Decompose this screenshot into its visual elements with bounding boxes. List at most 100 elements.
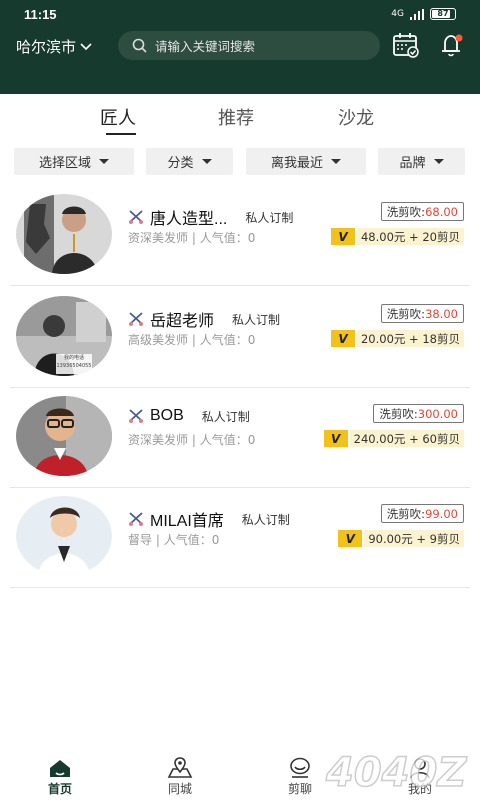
name-row: 唐人造型... 私人订制 [128, 205, 293, 229]
search-input[interactable]: 请输入关键词搜索 [118, 31, 380, 60]
avatar [16, 396, 112, 476]
battery-icon: 87 [430, 8, 456, 20]
nav-nearby-label: 同城 [167, 782, 192, 796]
avatar-caption: 我的电话 13936504055 [56, 355, 92, 369]
status-time: 11:15 [24, 7, 57, 22]
caret-down-icon [201, 159, 212, 164]
service-price-box: 洗剪吹: 300.00 [373, 404, 464, 423]
vip-price: V 48.00元 + 20剪贝 [330, 227, 464, 246]
stylist-tag: 私人订制 [201, 409, 250, 424]
city-label: 哈尔滨市 [16, 39, 77, 56]
stylist-tag: 私人订制 [241, 512, 290, 527]
watermark-logo: 4040Z [320, 742, 476, 798]
filter-category[interactable]: 分类 [146, 148, 233, 175]
scissors-icon [129, 312, 143, 326]
top-header: 11:15 4G 87 哈尔滨市 请输入关键词搜索 [0, 0, 480, 94]
vip-badge-icon: V [323, 430, 348, 447]
caret-down-icon [99, 159, 109, 164]
service-price-box: 洗剪吹: 99.00 [380, 504, 464, 523]
stylist-name: 岳超老师 [150, 313, 215, 330]
search-placeholder: 请输入关键词搜索 [155, 39, 256, 54]
service-price: 38.00 [425, 306, 458, 321]
stylist-subtitle: 资深美发师 | 人气值：0 [128, 433, 256, 447]
stylist-title: 督导 [128, 533, 153, 547]
tab-recommend[interactable]: 推荐 [218, 104, 254, 130]
vip-badge-icon: V [338, 530, 363, 547]
city-selector[interactable]: 哈尔滨市 [16, 36, 92, 57]
bell-icon[interactable] [438, 32, 466, 58]
filter-distance[interactable]: 离我最近 [246, 148, 366, 175]
status-bar: 11:15 4G 87 [0, 0, 480, 30]
caret-down-icon [433, 159, 444, 164]
service-price: 68.00 [425, 204, 458, 219]
active-tab-indicator [106, 133, 136, 135]
nav-home-label: 首页 [47, 782, 72, 796]
service-label: 洗剪吹: [386, 506, 426, 521]
vip-price-text: 20.00元 + 18剪贝 [356, 330, 464, 347]
filter-region[interactable]: 选择区域 [14, 148, 134, 175]
stylist-title: 资深美发师 [128, 231, 189, 245]
stylist-name: BOB [150, 407, 184, 424]
map-location-icon [167, 757, 193, 778]
filter-category-label: 分类 [167, 156, 194, 171]
tab-craftsman[interactable]: 匠人 [100, 104, 136, 130]
stylist-title: 高级美发师 [128, 333, 189, 347]
scissors-icon [129, 210, 143, 224]
stylist-popularity: 人气值：0 [199, 231, 256, 245]
vip-price-text: 240.00元 + 60剪贝 [349, 430, 464, 447]
name-row: MILAI首席 私人订制 [128, 507, 290, 531]
stylist-popularity: 人气值：0 [199, 433, 256, 447]
stylist-popularity: 人气值：0 [199, 333, 256, 347]
vip-badge-icon: V [330, 228, 355, 245]
filter-brand-label: 品牌 [399, 156, 426, 171]
status-right: 4G 87 [391, 8, 456, 20]
stylist-name: 唐人造型... [150, 211, 228, 228]
stylist-card[interactable]: BOB 私人订制 资深美发师 | 人气值：0 洗剪吹: 300.00 V 240.0… [0, 388, 480, 488]
stylist-subtitle: 督导 | 人气值：0 [128, 533, 220, 547]
filter-brand[interactable]: 品牌 [378, 148, 465, 175]
stylist-tag: 私人订制 [232, 312, 281, 327]
home-icon [50, 760, 70, 777]
stylist-subtitle: 高级美发师 | 人气值：0 [128, 333, 256, 347]
stylist-card[interactable]: 唐人造型... 私人订制 资深美发师 | 人气值：0 洗剪吹: 68.00 V 48… [0, 186, 480, 286]
filter-bar: 选择区域 分类 离我最近 品牌 [0, 148, 480, 176]
stylist-title: 资深美发师 [128, 433, 189, 447]
search-icon [132, 38, 147, 53]
nav-home[interactable]: 首页 [30, 756, 90, 797]
vip-badge-icon: V [330, 330, 355, 347]
divider [10, 587, 470, 588]
stylist-card[interactable]: 我的电话 13936504055 岳超老师 私人订制 高级美发师 | 人气值：0… [0, 288, 480, 388]
vip-price: V 240.00元 + 60剪贝 [323, 429, 464, 448]
avatar: 我的电话 13936504055 [16, 296, 112, 376]
vip-price: V 90.00元 + 9剪贝 [338, 529, 464, 548]
caret-down-icon [331, 159, 341, 164]
filter-region-label: 选择区域 [38, 156, 91, 171]
service-price: 300.00 [417, 406, 458, 421]
service-label: 洗剪吹: [379, 406, 418, 421]
chat-bubble-icon [290, 757, 310, 778]
notification-dot [455, 34, 463, 42]
chevron-down-icon [80, 42, 92, 50]
stylist-name: MILAI首席 [150, 513, 224, 530]
vip-price-text: 48.00元 + 20剪贝 [356, 228, 464, 245]
stylist-tag: 私人订制 [245, 210, 294, 225]
vip-price: V 20.00元 + 18剪贝 [330, 329, 464, 348]
calendar-check-icon[interactable] [392, 32, 420, 58]
stylist-card[interactable]: MILAI首席 私人订制 督导 | 人气值：0 洗剪吹: 99.00 V 90.00… [0, 488, 480, 588]
avatar [16, 194, 112, 274]
network-label: 4G [391, 9, 404, 19]
battery-level: 87 [437, 9, 449, 18]
tab-salon[interactable]: 沙龙 [338, 104, 374, 130]
service-price-box: 洗剪吹: 68.00 [380, 202, 464, 221]
signal-icon [410, 8, 424, 20]
name-row: BOB 私人订制 [128, 407, 250, 425]
nav-nearby[interactable]: 同城 [150, 756, 210, 797]
divider [10, 285, 470, 286]
stylist-subtitle: 资深美发师 | 人气值：0 [128, 231, 256, 245]
scissors-icon [129, 512, 143, 526]
watermark-text: 4040Z [325, 750, 467, 796]
service-price: 99.00 [425, 506, 458, 521]
scissors-icon [129, 409, 143, 423]
category-tabs: 匠人 推荐 沙龙 [0, 98, 480, 138]
nav-chat-label: 剪聊 [287, 782, 312, 796]
